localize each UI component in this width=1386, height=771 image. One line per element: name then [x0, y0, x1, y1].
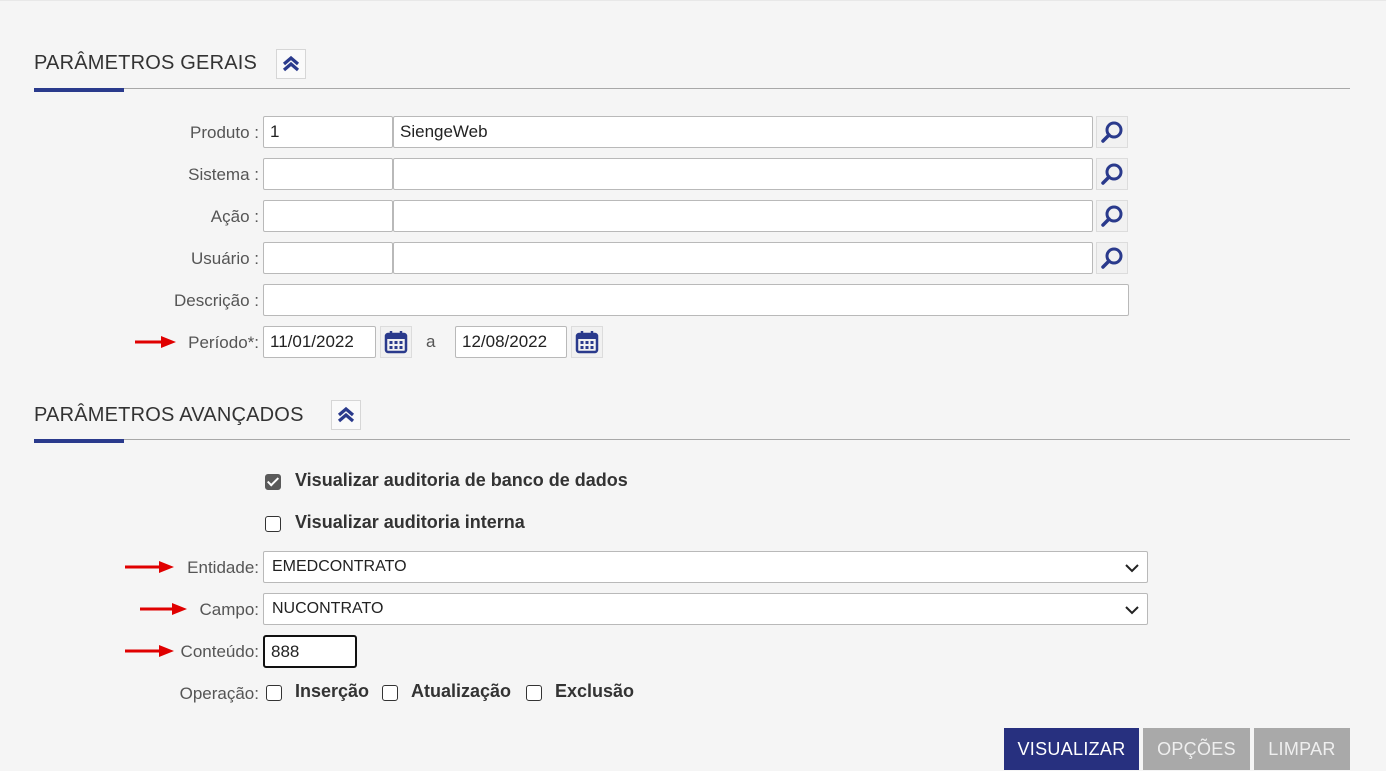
campo-select[interactable]: NUCONTRATO — [263, 593, 1148, 625]
operacao-insercao-checkbox[interactable] — [266, 685, 282, 701]
produto-name-input[interactable] — [393, 116, 1093, 148]
red-arrow-icon — [140, 603, 187, 615]
red-arrow-icon — [125, 561, 174, 573]
entidade-label: Entidade: — [187, 558, 259, 577]
magnifier-icon — [1101, 247, 1123, 269]
section-title-advanced: PARÂMETROS AVANÇADOS — [34, 404, 304, 426]
audit-internal-checkbox[interactable] — [265, 516, 281, 532]
acao-name-input[interactable] — [393, 200, 1093, 232]
campo-selected-value: NUCONTRATO — [272, 600, 384, 617]
sistema-name-input[interactable] — [393, 158, 1093, 190]
audit-db-checkbox[interactable] — [265, 474, 281, 490]
entidade-select[interactable]: EMEDCONTRATO — [263, 551, 1148, 583]
calendar-icon — [575, 331, 599, 354]
magnifier-icon — [1101, 163, 1123, 185]
limpar-button[interactable]: LIMPAR — [1254, 728, 1350, 770]
conteudo-input[interactable] — [263, 635, 357, 668]
red-arrow-icon — [135, 336, 176, 348]
collapse-general-button[interactable] — [276, 49, 306, 79]
entidade-selected-value: EMEDCONTRATO — [272, 558, 407, 575]
visualizar-button[interactable]: VISUALIZAR — [1004, 728, 1139, 770]
operacao-exclusao-checkbox[interactable] — [526, 685, 542, 701]
produto-code-input[interactable] — [263, 116, 393, 148]
acao-code-input[interactable] — [263, 200, 393, 232]
campo-label: Campo: — [199, 600, 259, 619]
produto-label: Produto : — [190, 123, 259, 142]
operacao-exclusao-label: Exclusão — [555, 681, 635, 701]
section-divider-advanced — [34, 439, 1350, 440]
periodo-end-input[interactable] — [455, 326, 567, 358]
sistema-search-button[interactable] — [1096, 158, 1128, 190]
acao-label: Ação : — [210, 207, 259, 226]
calendar-icon — [384, 331, 408, 354]
periodo-end-calendar-button[interactable] — [571, 326, 603, 358]
periodo-separator: a — [426, 332, 436, 351]
usuario-search-button[interactable] — [1096, 242, 1128, 274]
opcoes-button[interactable]: OPÇÕES — [1143, 728, 1250, 770]
double-chevron-up-icon — [282, 55, 300, 72]
collapse-advanced-button[interactable] — [331, 400, 361, 430]
double-chevron-up-icon — [337, 406, 355, 423]
descricao-label: Descrição : — [173, 291, 259, 310]
periodo-start-input[interactable] — [263, 326, 376, 358]
operacao-atualizacao-label: Atualização — [411, 681, 512, 701]
operacao-insercao-label: Inserção — [295, 681, 370, 701]
produto-search-button[interactable] — [1096, 116, 1128, 148]
sistema-label: Sistema : — [188, 165, 259, 184]
section-accent-general — [34, 88, 124, 92]
audit-internal-label: Visualizar auditoria interna — [295, 512, 525, 532]
top-border — [0, 0, 1386, 1]
chevron-down-icon — [1125, 564, 1139, 573]
conteudo-label: Conteúdo: — [180, 642, 259, 661]
usuario-name-input[interactable] — [393, 242, 1093, 274]
periodo-start-calendar-button[interactable] — [380, 326, 412, 358]
operacao-label: Operação: — [179, 684, 259, 703]
usuario-code-input[interactable] — [263, 242, 393, 274]
magnifier-icon — [1101, 205, 1123, 227]
red-arrow-icon — [125, 645, 174, 657]
magnifier-icon — [1101, 121, 1123, 143]
audit-db-label: Visualizar auditoria de banco de dados — [295, 470, 628, 490]
acao-search-button[interactable] — [1096, 200, 1128, 232]
section-accent-advanced — [34, 439, 124, 443]
descricao-input[interactable] — [263, 284, 1129, 316]
periodo-label: Período*: — [188, 333, 259, 352]
usuario-label: Usuário : — [190, 249, 259, 268]
section-divider-general — [34, 88, 1350, 89]
sistema-code-input[interactable] — [263, 158, 393, 190]
operacao-atualizacao-checkbox[interactable] — [382, 685, 398, 701]
section-title-general: PARÂMETROS GERAIS — [34, 52, 258, 74]
chevron-down-icon — [1125, 606, 1139, 615]
